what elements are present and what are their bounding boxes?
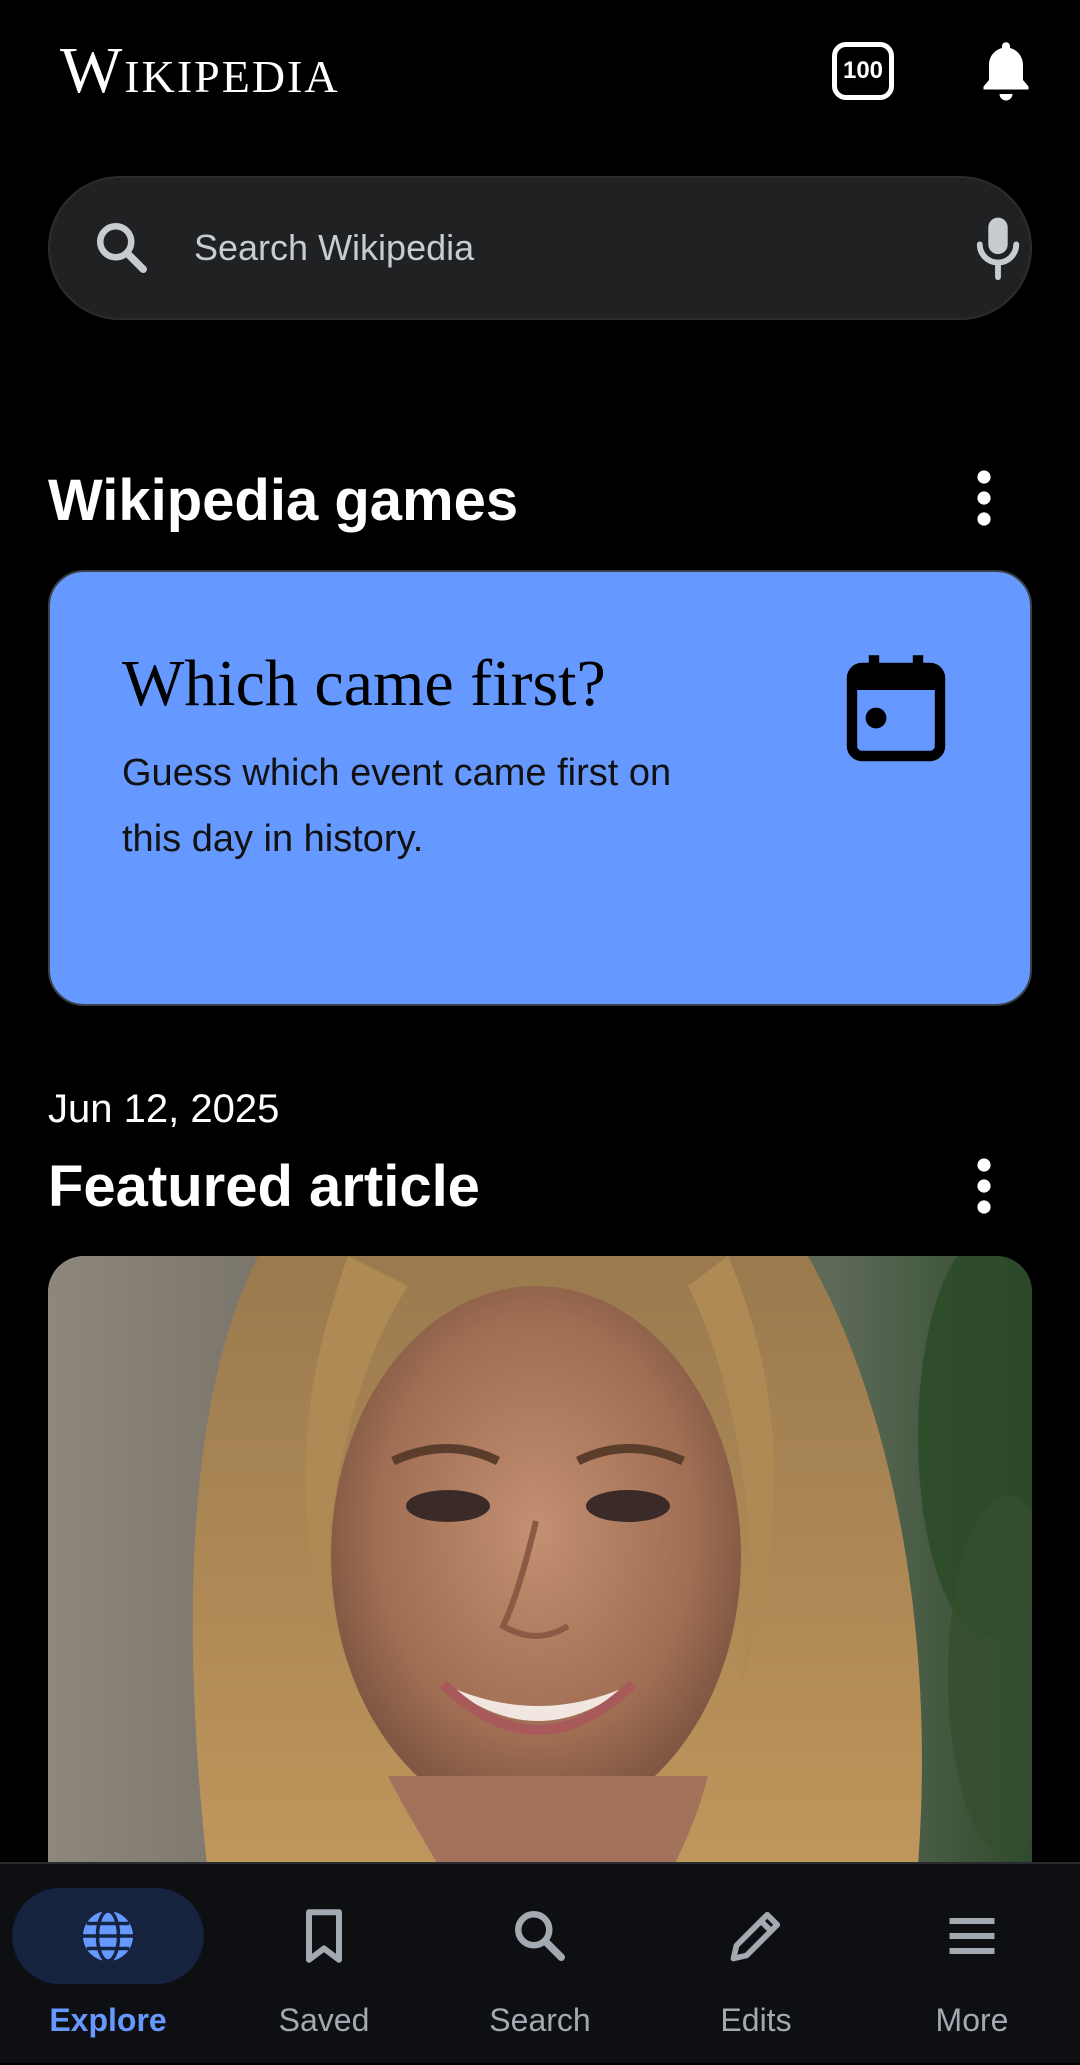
nav-item-saved[interactable]: Saved [216,1864,432,2065]
featured-overflow-menu-icon[interactable] [966,1156,1002,1216]
edit-count-badge[interactable]: 100 [832,42,894,100]
nav-label-edits: Edits [720,2002,792,2038]
featured-article-image[interactable] [48,1256,1032,1956]
menu-icon [949,1918,995,1954]
search-placeholder: Search Wikipedia [194,227,475,268]
globe-icon [83,1909,133,1963]
portrait-photo [48,1256,1032,1956]
app-header: Wikipedia 100 [0,0,1080,150]
search-icon [515,1911,565,1961]
featured-section-title: Featured article [48,1154,480,1219]
bookmark-icon [306,1909,342,1963]
pencil-icon [730,1911,781,1962]
games-section-title: Wikipedia games [48,468,519,533]
edit-count-badge-label: 100 [842,57,884,84]
search-icon [97,223,147,273]
nav-label-saved: Saved [278,2002,370,2038]
notifications-bell-icon[interactable] [976,38,1036,104]
nav-item-search[interactable]: Search [432,1864,648,2065]
featured-date-label: Jun 12, 2025 [48,1087,280,1131]
bottom-navigation-bar: Explore Saved Search Edits More [0,1862,1080,2063]
nav-label-more: More [935,2002,1009,2038]
which-came-first-game-card[interactable]: Which came first? Guess which event came… [48,570,1032,1006]
nav-item-explore[interactable]: Explore [0,1864,216,2065]
calendar-icon [846,655,946,762]
nav-label-explore: Explore [49,2002,167,2038]
search-wikipedia-bar[interactable]: Search Wikipedia [48,176,1032,320]
nav-item-more[interactable]: More [864,1864,1080,2065]
microphone-icon[interactable] [968,214,1028,282]
game-card-description: Guess which event came first on this day… [122,752,672,860]
nav-label-search: Search [489,2002,591,2038]
nav-item-edits[interactable]: Edits [648,1864,864,2065]
wikipedia-wordmark-logo: Wikipedia [60,34,340,107]
games-overflow-menu-icon[interactable] [966,468,1002,528]
game-card-title: Which came first? [122,647,606,720]
